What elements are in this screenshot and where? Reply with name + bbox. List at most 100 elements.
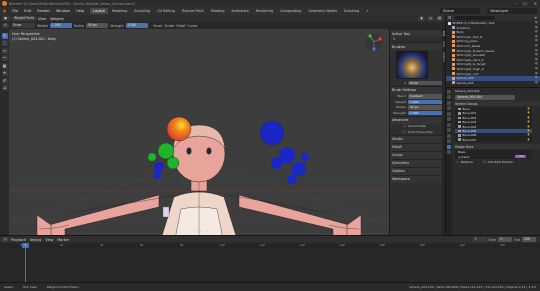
tab-texture-paint[interactable]: Texture Paint [179, 8, 207, 14]
output-tab-icon[interactable] [447, 100, 451, 105]
overlay-button[interactable]: ◎ [427, 16, 434, 21]
radius-field[interactable]: 50 px [86, 23, 109, 28]
brush-selector[interactable]: Draw [11, 23, 35, 28]
menu-help[interactable]: Help [76, 9, 84, 13]
visibility-eye-icon[interactable]: 👁 [535, 81, 538, 86]
np-weight-field[interactable]: 1.000 [408, 99, 443, 104]
brush-icon[interactable]: ✎ [2, 23, 9, 28]
measure-tool-icon[interactable]: ⊿ [1, 85, 8, 91]
header-brush-menu[interactable]: Brush [154, 24, 163, 28]
modifier-tab-icon[interactable] [447, 128, 451, 132]
tool-tab-icon[interactable] [447, 89, 451, 94]
viewport-shading-button[interactable]: ◐ [418, 16, 426, 21]
menu-file[interactable]: File [12, 9, 18, 13]
menu-view[interactable]: View [38, 17, 46, 21]
particles-tab-icon[interactable] [447, 133, 451, 138]
blur-tool-icon[interactable]: ◌ [1, 40, 8, 46]
brushes-section[interactable]: Brushes [390, 42, 445, 50]
falloff-section[interactable]: Falloff [390, 142, 445, 151]
header-falloff-menu[interactable]: Falloff [176, 24, 185, 28]
advanced-section[interactable]: Advanced [390, 115, 445, 124]
blender-menu-icon[interactable]: ◉ [3, 9, 6, 13]
header-stroke-menu[interactable]: Stroke [164, 24, 174, 28]
menu-weights[interactable]: Weights [50, 17, 64, 21]
tab-rendering[interactable]: Rendering [253, 8, 276, 14]
np-radius-field[interactable]: 50 px [408, 105, 443, 110]
workspace-section[interactable]: Workspace [390, 174, 445, 183]
tab-compositing[interactable]: Compositing [277, 8, 304, 14]
tab-uv-editing[interactable]: UV Editing [154, 8, 178, 14]
lock-icon[interactable]: 🔒 [527, 138, 530, 142]
xray-button[interactable]: ▤ [435, 16, 443, 21]
tab-sculpting[interactable]: Sculpting [131, 8, 153, 14]
navigation-gizmo[interactable] [365, 33, 383, 51]
timeline-ruler[interactable]: 0 20 40 60 80 100 120 140 160 180 200 220 240 [0, 243, 540, 249]
tab-shading[interactable]: Shading [208, 8, 228, 14]
render-tab-icon[interactable] [447, 95, 451, 99]
shape-keys-header[interactable]: Shape Keys [453, 144, 540, 150]
front-faces-checkbox[interactable]: ☐ [392, 130, 406, 134]
material-tab-icon[interactable] [447, 150, 451, 154]
blend-field[interactable]: Subtract [408, 94, 443, 99]
play-icon[interactable]: ▶ [200, 228, 203, 233]
tab-modeling[interactable]: Modeling [109, 8, 130, 14]
timeline-editor-icon[interactable]: ◷ [2, 237, 9, 242]
active-tool-section[interactable]: Active Tool [390, 29, 445, 37]
tab-geometry-nodes[interactable]: Geometry Nodes [305, 8, 340, 14]
scene-selector[interactable]: Scene [440, 8, 480, 14]
draw-tool-icon[interactable]: ✎ [1, 32, 8, 39]
playhead[interactable]: 1 [22, 242, 29, 248]
filter-icon[interactable]: ⏷ [534, 16, 537, 20]
sample-tool-icon[interactable]: ⌖ [1, 70, 8, 76]
jump-start-icon[interactable]: ⏮ [189, 228, 193, 233]
editor-type-icon[interactable]: ▣ [2, 16, 10, 21]
menu-edit[interactable]: Edit [24, 9, 31, 13]
view-layer-tab-icon[interactable] [447, 106, 451, 110]
view-layer-selector[interactable]: ViewLayer [487, 8, 537, 14]
outliner-row[interactable]: Sphere_005 👁 [446, 81, 540, 86]
np-strength-field[interactable]: 1.000 [408, 110, 443, 115]
maximize-button[interactable]: ☐ [523, 1, 527, 6]
gradient-tool-icon[interactable]: ▦ [1, 62, 8, 69]
brush-settings-section[interactable]: Brush Settings [390, 85, 445, 94]
tab-scripting[interactable]: Scripting [341, 8, 362, 14]
close-button[interactable]: ✕ [534, 1, 537, 6]
tab-layout[interactable]: Layout [90, 8, 108, 14]
current-frame-field[interactable]: 1 [472, 237, 487, 242]
minimize-button[interactable]: – [514, 1, 516, 6]
annotate-tool-icon[interactable]: ✐ [1, 77, 8, 84]
stroke-section[interactable]: Stroke [390, 134, 445, 143]
mode-selector[interactable]: Weight Paint [12, 16, 37, 21]
menu-keying[interactable]: Keying [30, 238, 41, 242]
options-section[interactable]: Options [390, 166, 445, 175]
relative-checkbox[interactable]: ☑ [456, 160, 459, 164]
brush-name-field[interactable]: Draw [408, 80, 443, 85]
vertex-groups-header[interactable]: Vertex Groups [453, 101, 540, 106]
outliner-search-input[interactable] [455, 16, 496, 20]
smear-tool-icon[interactable]: ~ [1, 55, 8, 61]
header-cursor-menu[interactable]: Cursor [187, 24, 197, 28]
vertex-group-row[interactable]: Bone.007 🔒 [455, 138, 532, 142]
play-reverse-icon[interactable]: ◀ [195, 228, 198, 233]
weight-field[interactable]: 1.000 [49, 23, 72, 28]
menu-marker[interactable]: Marker [57, 238, 69, 242]
menu-window[interactable]: Window [56, 9, 70, 13]
shape-key-value[interactable]: 0.000 [514, 155, 526, 159]
add-rest-checkbox[interactable]: ☐ [483, 160, 486, 164]
start-field[interactable]: 1 [498, 237, 513, 242]
menu-playback[interactable]: Playback [11, 238, 26, 242]
outliner-editor-icon[interactable]: ☰ [448, 16, 451, 20]
menu-timeline-view[interactable]: View [45, 238, 53, 242]
brush-preview[interactable] [396, 51, 428, 79]
mesh-datablock-field[interactable]: Sphere_004.004 [455, 94, 515, 100]
end-field[interactable]: 250 [522, 237, 536, 242]
strength-field[interactable]: 1.000 [125, 23, 148, 28]
add-workspace-button[interactable]: + [363, 8, 372, 14]
average-tool-icon[interactable]: ≈ [1, 47, 8, 54]
menu-render[interactable]: Render [37, 9, 50, 13]
accumulate-checkbox[interactable]: ☐ [392, 124, 406, 128]
tab-animation[interactable]: Animation [228, 8, 251, 14]
data-tab-icon[interactable] [447, 144, 451, 149]
symmetry-section[interactable]: Symmetry [390, 158, 445, 167]
shape-key-row[interactable]: a_blend 0.000 [455, 155, 532, 159]
